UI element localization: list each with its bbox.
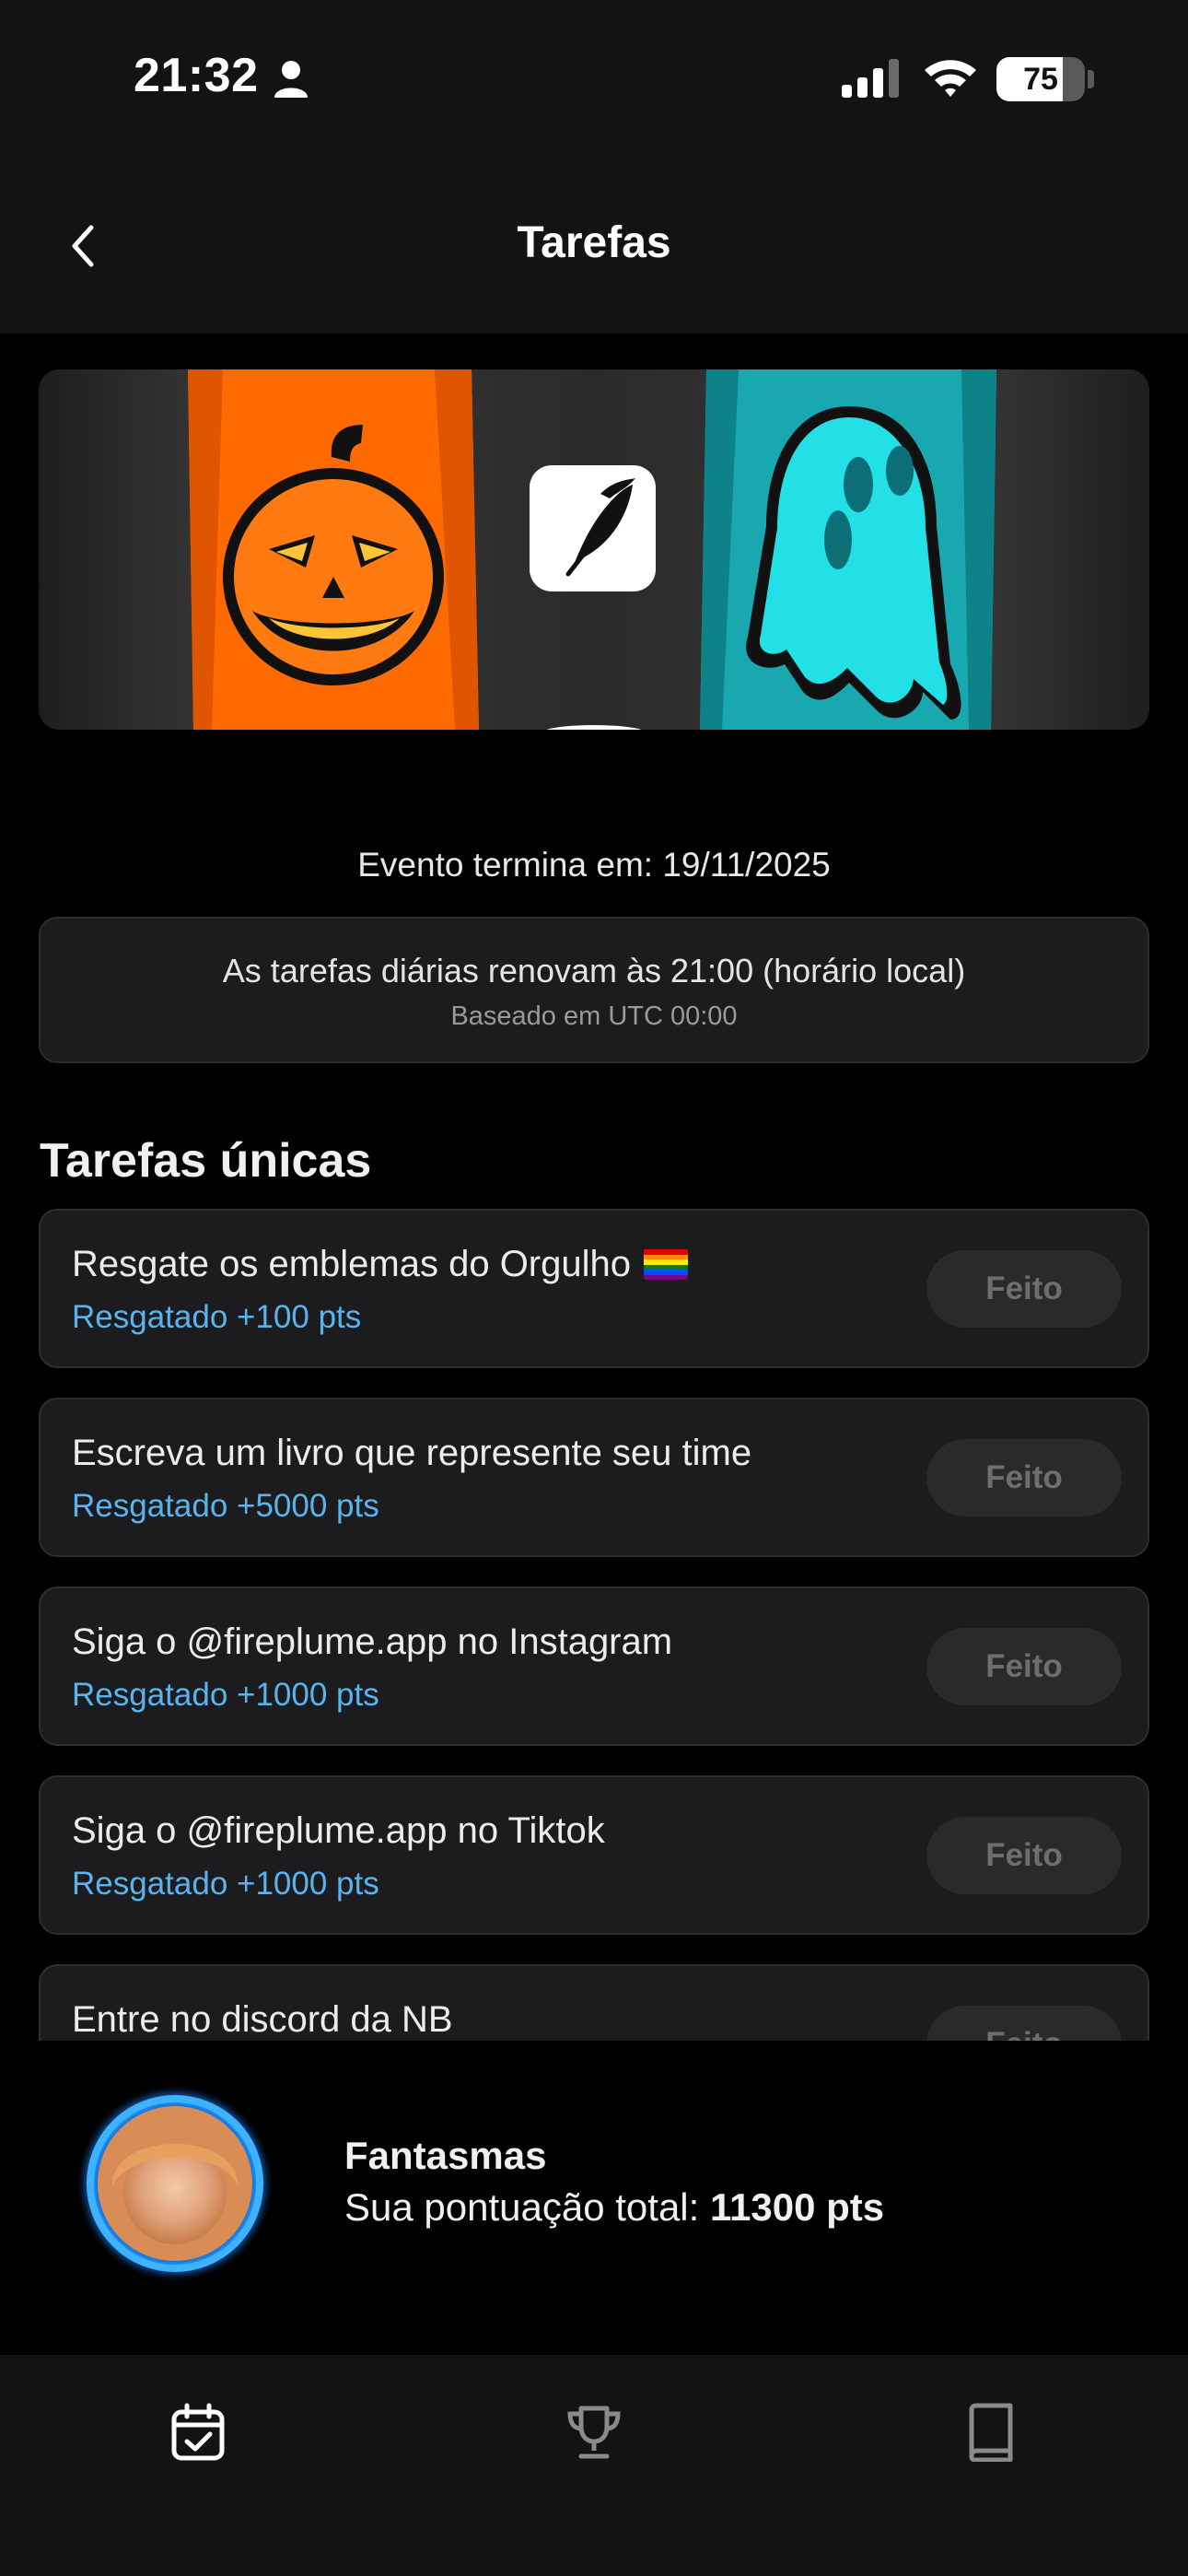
team-avatar — [77, 2086, 273, 2281]
tab-bar — [0, 2355, 1188, 2576]
done-button[interactable]: Feito — [926, 1628, 1122, 1705]
battery-indicator: 75 — [996, 57, 1085, 101]
status-time: 21:32 — [134, 49, 259, 102]
task-card: Escreva um livro que represente seu time… — [39, 1398, 1149, 1557]
done-button[interactable]: Feito — [926, 1439, 1122, 1516]
task-title-row: Resgate os emblemas do Orgulho — [72, 1244, 688, 1285]
renew-info-card: As tarefas diárias renovam às 21:00 (hor… — [39, 917, 1149, 1063]
task-card: Resgate os emblemas do Orgulho Resgatado… — [39, 1209, 1149, 1368]
task-card: Entre no discord da NB Feito — [39, 1964, 1149, 2041]
wifi-icon — [925, 60, 976, 97]
task-card: Siga o @fireplume.app no Instagram Resga… — [39, 1587, 1149, 1746]
event-banner — [39, 369, 1149, 730]
feather-logo-icon — [530, 465, 656, 591]
done-button[interactable]: Feito — [926, 1817, 1122, 1894]
task-title: Entre no discord da NB — [72, 1999, 453, 2040]
tab-library[interactable] — [935, 2377, 1045, 2488]
tab-tasks[interactable] — [143, 2377, 253, 2488]
pride-flag-icon — [644, 1248, 688, 1280]
task-card: Siga o @fireplume.app no Tiktok Resgatad… — [39, 1775, 1149, 1935]
trophy-icon — [567, 2406, 621, 2459]
tab-ranking[interactable] — [539, 2377, 649, 2488]
task-title: Escreva um livro que represente seu time — [72, 1433, 752, 1473]
section-title: Tarefas únicas — [40, 1134, 372, 1188]
task-reward: Resgatado +1000 pts — [72, 1677, 379, 1713]
team-name: Fantasmas — [344, 2134, 547, 2177]
book-icon — [969, 2403, 1013, 2462]
done-button[interactable]: Feito — [926, 1250, 1122, 1328]
renew-text: As tarefas diárias renovam às 21:00 (hor… — [222, 952, 966, 989]
task-title: Siga o @fireplume.app no Instagram — [72, 1622, 673, 1662]
score-value: 11300 pts — [709, 2185, 885, 2229]
person-icon — [274, 61, 308, 98]
task-title: Siga o @fireplume.app no Tiktok — [72, 1810, 605, 1851]
event-end-text: Evento termina em: 19/11/2025 — [357, 846, 831, 884]
task-reward: Resgatado +1000 pts — [72, 1866, 379, 1902]
team-score: Sua pontuação total: 11300 pts — [344, 2185, 884, 2230]
done-button[interactable]: Feito — [926, 2006, 1122, 2041]
task-list[interactable]: Resgate os emblemas do Orgulho Resgatado… — [0, 1209, 1188, 2041]
calendar-check-icon — [171, 2403, 225, 2461]
page-title: Tarefas — [517, 218, 671, 267]
score-label: Sua pontuação total: — [344, 2185, 710, 2229]
task-reward: Resgatado +100 pts — [72, 1299, 362, 1335]
battery-tip — [1088, 70, 1094, 88]
top-bar: 21:32 75 Tarefas — [0, 0, 1188, 334]
tasks-screen: 21:32 75 Tarefas Evento termina em: 19/1… — [0, 0, 1188, 2576]
signal-icon — [842, 59, 899, 98]
battery-level: 75 — [1023, 61, 1058, 97]
task-reward: Resgatado +5000 pts — [72, 1488, 379, 1524]
renew-subtext: Baseado em UTC 00:00 — [450, 1001, 738, 1031]
task-title: Resgate os emblemas do Orgulho — [72, 1244, 631, 1284]
halloween-banner-art — [188, 369, 996, 730]
